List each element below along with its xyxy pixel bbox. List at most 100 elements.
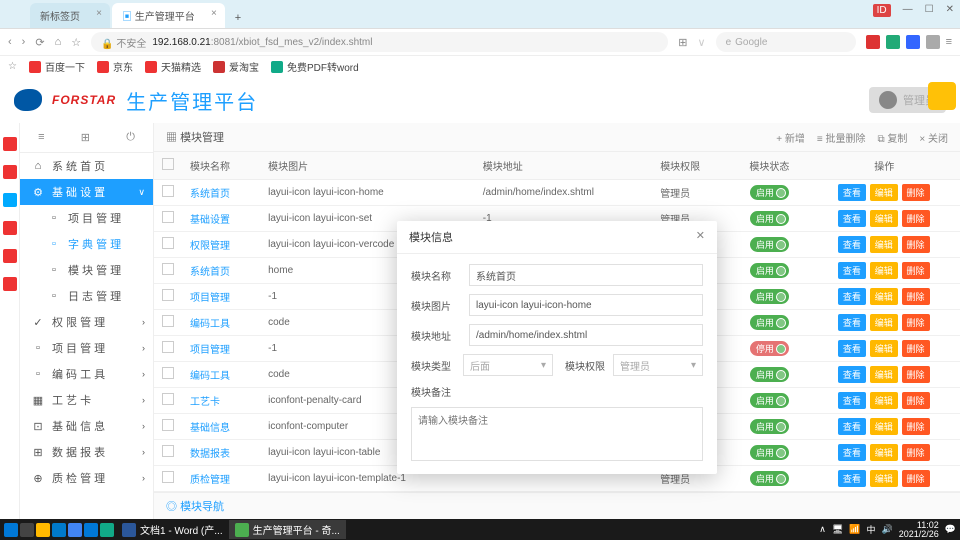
sidebar-item[interactable]: ▫模 块 管 理 [20,257,153,283]
notifications-icon[interactable]: 💬 [945,524,956,535]
sidebar-item[interactable]: ⊕质 检 管 理› [20,465,153,491]
delete-button[interactable]: 删除 [902,288,930,305]
modal-close-button[interactable]: ✕ [696,229,705,245]
footer-nav[interactable]: ◎ 模块导航 [154,492,960,519]
sidebar-item[interactable]: ▦工 艺 卡› [20,387,153,413]
view-button[interactable]: 查看 [838,236,866,253]
bookmark-star-icon[interactable]: ☆ [8,61,17,72]
grid-icon[interactable]: ⊞ [81,131,90,144]
row-checkbox[interactable] [162,315,174,327]
row-checkbox[interactable] [162,445,174,457]
row-checkbox[interactable] [162,367,174,379]
edit-button[interactable]: 编辑 [870,236,898,253]
module-name-link[interactable]: 基础设置 [182,206,260,232]
row-checkbox[interactable] [162,289,174,301]
img-input[interactable] [469,294,703,316]
row-checkbox[interactable] [162,263,174,275]
edit-button[interactable]: 编辑 [870,340,898,357]
search-box[interactable]: e Google [716,32,856,52]
taskbar-app[interactable]: 生产管理平台 - 奇... [229,520,346,539]
type-select[interactable]: 后面▾ [463,354,553,376]
module-name-link[interactable]: 项目管理 [182,284,260,310]
status-toggle[interactable]: 启用 [750,445,789,460]
start-button[interactable] [4,523,18,537]
new-tab-button[interactable]: + [227,8,249,28]
row-checkbox[interactable] [162,419,174,431]
view-button[interactable]: 查看 [838,366,866,383]
close-tab-icon[interactable]: × [211,8,217,19]
home-icon[interactable]: ⌂ [55,36,62,49]
module-name-link[interactable]: 质检管理 [182,466,260,492]
status-toggle[interactable]: 启用 [750,211,789,226]
row-checkbox[interactable] [162,393,174,405]
vscode-icon[interactable] [52,523,66,537]
sidebar-item[interactable]: ▫项 目 管 理› [20,335,153,361]
delete-button[interactable]: 删除 [902,366,930,383]
edit-button[interactable]: 编辑 [870,392,898,409]
status-toggle[interactable]: 启用 [750,393,789,408]
ext-icon[interactable] [886,35,900,49]
tray-up-icon[interactable]: ∧ [819,524,826,535]
rail-icon[interactable] [3,249,17,263]
sidebar-item[interactable]: ▫字 典 管 理 [20,231,153,257]
sidebar-item[interactable]: ✓权 限 管 理› [20,309,153,335]
row-checkbox[interactable] [162,211,174,223]
status-toggle[interactable]: 启用 [750,419,789,434]
view-button[interactable]: 查看 [838,288,866,305]
status-toggle[interactable]: 启用 [750,289,789,304]
remark-textarea[interactable] [411,407,703,461]
view-button[interactable]: 查看 [838,392,866,409]
view-button[interactable]: 查看 [838,418,866,435]
module-name-link[interactable]: 项目管理 [182,336,260,362]
status-toggle[interactable]: 启用 [750,237,789,252]
row-checkbox[interactable] [162,185,174,197]
favorite-icon[interactable]: ☆ [71,36,81,49]
forward-icon[interactable]: › [22,36,26,49]
menu-toggle-icon[interactable]: ≡ [38,131,44,144]
min-button[interactable]: — [903,4,913,17]
perm-select[interactable]: 管理员▾ [613,354,703,376]
bookmark-item[interactable]: 免费PDF转word [271,59,359,74]
ext-icon[interactable] [866,35,880,49]
rail-icon[interactable] [3,193,17,207]
row-checkbox[interactable] [162,341,174,353]
sidebar-item[interactable]: ▫编 码 工 具› [20,361,153,387]
sidebar-item[interactable]: ⌂系 统 首 页 [20,153,153,179]
bookmark-item[interactable]: 百度一下 [29,59,85,74]
clock[interactable]: 11:02 2021/2/26 [899,521,939,539]
scan-icon[interactable]: ⊞ [678,36,687,49]
chrome-icon[interactable] [68,523,82,537]
sidebar-item[interactable]: ⚙基 础 设 置∨ [20,179,153,205]
status-toggle[interactable]: 启用 [750,263,789,278]
edit-button[interactable]: 编辑 [870,262,898,279]
delete-button[interactable]: 删除 [902,340,930,357]
view-button[interactable]: 查看 [838,184,866,201]
view-button[interactable]: 查看 [838,340,866,357]
name-input[interactable] [469,264,703,286]
close-window-button[interactable]: ✕ [946,4,954,17]
edit-button[interactable]: 编辑 [870,470,898,487]
module-name-link[interactable]: 工艺卡 [182,388,260,414]
module-name-link[interactable]: 权限管理 [182,232,260,258]
delete-button[interactable]: 删除 [902,262,930,279]
status-toggle[interactable]: 启用 [750,367,789,382]
sidebar-item[interactable]: ▫日 志 管 理 [20,283,153,309]
edit-button[interactable]: 编辑 [870,184,898,201]
bookmark-item[interactable]: 天猫精选 [145,59,201,74]
rail-icon[interactable] [3,137,17,151]
taskbar-app[interactable]: 文档1 - Word (产... [116,520,229,539]
edit-button[interactable]: 编辑 [870,418,898,435]
floating-widget-icon[interactable] [928,82,956,110]
bookmark-item[interactable]: 京东 [97,59,133,74]
module-name-link[interactable]: 编码工具 [182,310,260,336]
add-button[interactable]: + 新增 [776,130,805,145]
tray-sound-icon[interactable]: 🔊 [882,524,893,535]
view-button[interactable]: 查看 [838,210,866,227]
ext-icon[interactable] [926,35,940,49]
delete-button[interactable]: 删除 [902,236,930,253]
module-name-link[interactable]: 系统首页 [182,258,260,284]
status-toggle[interactable]: 启用 [750,185,789,200]
batch-delete-button[interactable]: ≡ 批量删除 [817,130,866,145]
browser-tab[interactable]: 新标签页 × [30,3,110,28]
view-button[interactable]: 查看 [838,470,866,487]
